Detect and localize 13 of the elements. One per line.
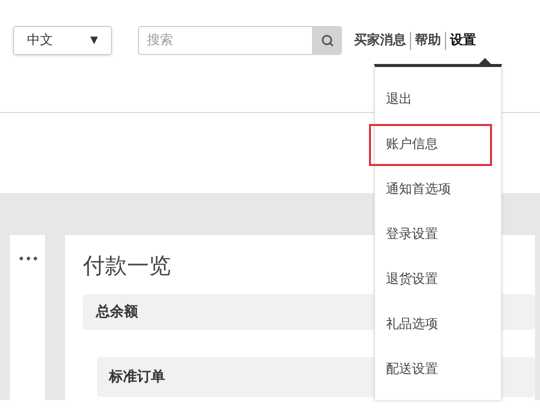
search-button[interactable]	[312, 26, 342, 55]
header-link[interactable]: 设置	[450, 30, 476, 50]
card-title: 付款一览	[83, 253, 171, 281]
menu-item[interactable]: 通知首选项	[375, 169, 501, 211]
language-select[interactable]: 中文 ▼	[13, 26, 112, 55]
search-field[interactable]: 搜索	[138, 26, 312, 55]
menu-item[interactable]: 退出	[375, 79, 501, 121]
header-link[interactable]: 买家消息	[354, 30, 406, 50]
search-icon	[320, 34, 334, 47]
header-link[interactable]: 帮助	[415, 30, 441, 50]
more-icon[interactable]: •••	[18, 253, 39, 265]
menu-item[interactable]: 账户信息	[369, 124, 492, 166]
menu-item[interactable]: 登录设置	[375, 214, 501, 256]
